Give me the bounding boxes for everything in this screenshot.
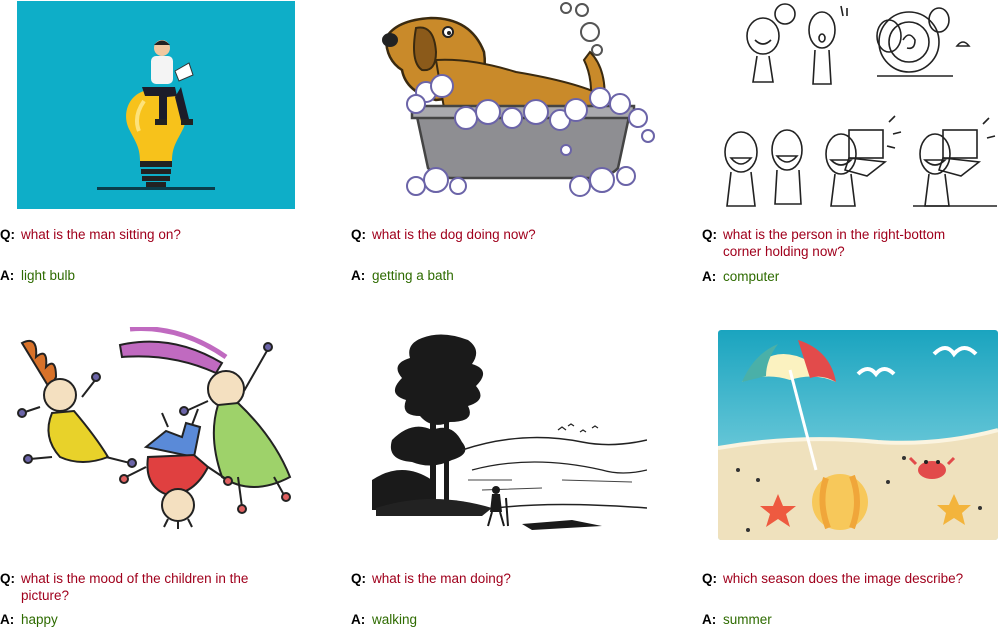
- answer-text: getting a bath: [372, 268, 454, 283]
- answer-text: computer: [723, 269, 780, 284]
- answer-text: walking: [372, 612, 418, 627]
- image-man-on-light-bulb: [17, 1, 295, 209]
- image-dog-in-bathtub: [376, 0, 658, 205]
- question-label: Q:: [702, 227, 717, 242]
- answer-label: A:: [0, 268, 15, 283]
- question-text: what is the dog doing now?: [372, 227, 536, 242]
- answer-text: light bulb: [21, 268, 76, 283]
- question-label: Q:: [0, 571, 15, 586]
- question-text: what is the person in the right-bottom c…: [723, 227, 946, 259]
- question-text: what is the mood of the children in the …: [21, 571, 249, 603]
- question-label: Q:: [702, 571, 717, 586]
- image-cartoon-people: [717, 0, 999, 212]
- answer-label: A:: [702, 269, 717, 284]
- answer-label: A:: [0, 612, 15, 627]
- answer-text: happy: [21, 612, 58, 627]
- answer-label: A:: [351, 612, 366, 627]
- answer-text: summer: [723, 612, 772, 627]
- image-children-playing: [12, 327, 302, 537]
- question-text: what is the man sitting on?: [21, 227, 181, 242]
- image-man-walking-landscape: [372, 330, 647, 535]
- image-beach-scene: [718, 330, 998, 540]
- question-label: Q:: [351, 571, 366, 586]
- question-label: Q:: [351, 227, 366, 242]
- answer-label: A:: [702, 612, 717, 627]
- answer-label: A:: [351, 268, 366, 283]
- question-text: which season does the image describe?: [723, 571, 964, 586]
- question-label: Q:: [0, 227, 15, 242]
- question-text: what is the man doing?: [372, 571, 511, 586]
